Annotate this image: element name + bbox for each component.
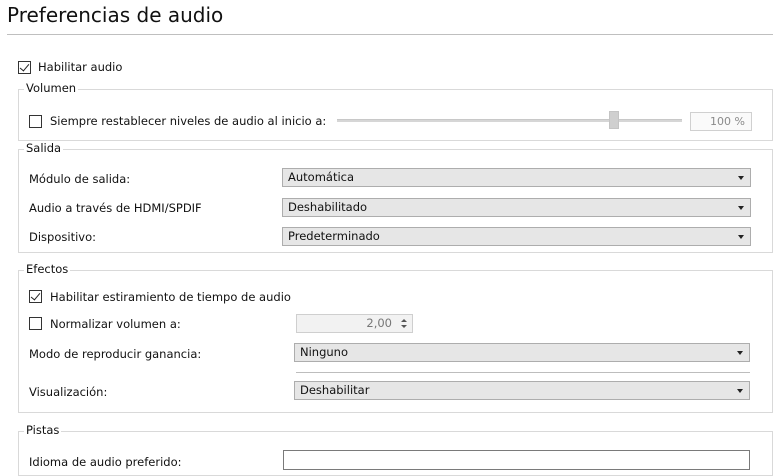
audio-language-label: Idioma de audio preferido: [29, 455, 182, 469]
visualization-value: Deshabilitar [300, 383, 370, 397]
output-module-dropdown[interactable]: Automática [282, 168, 751, 187]
title-divider [7, 34, 773, 35]
enable-audio-label: Habilitar audio [38, 60, 123, 74]
normalize-checkbox[interactable] [29, 317, 42, 330]
device-value: Predeterminado [288, 229, 380, 243]
spin-down-icon[interactable] [401, 325, 407, 328]
reset-levels-label: Siempre restablecer niveles de audio al … [50, 114, 327, 128]
output-module-value: Automática [288, 170, 355, 184]
hdmi-value: Deshabilitado [288, 200, 368, 214]
audio-language-input[interactable] [283, 450, 750, 470]
replay-gain-value: Ninguno [300, 345, 348, 359]
visualization-label: Visualización: [29, 385, 108, 399]
volume-slider-track[interactable] [337, 119, 682, 122]
enable-audio-checkbox[interactable] [18, 61, 31, 74]
page-title: Preferencias de audio [7, 3, 224, 27]
volume-slider-thumb[interactable] [609, 111, 619, 129]
device-dropdown[interactable]: Predeterminado [282, 227, 751, 246]
time-stretch-checkbox[interactable] [29, 290, 42, 303]
replay-gain-label: Modo de reproducir ganancia: [29, 347, 202, 361]
chevron-down-icon [737, 389, 743, 393]
volume-percent-field[interactable]: 100 % [690, 112, 752, 131]
chevron-down-icon [737, 351, 743, 355]
reset-levels-checkbox[interactable] [29, 115, 42, 128]
device-label: Dispositivo: [29, 230, 96, 244]
output-module-label: Módulo de salida: [29, 172, 131, 186]
spin-up-icon[interactable] [401, 319, 407, 322]
output-group-label: Salida [24, 141, 64, 155]
hdmi-dropdown[interactable]: Deshabilitado [282, 198, 751, 217]
chevron-down-icon [738, 235, 744, 239]
normalize-value: 2,00 [366, 316, 392, 330]
volume-group-label: Volumen [24, 81, 79, 95]
chevron-down-icon [738, 176, 744, 180]
normalize-label: Normalizar volumen a: [50, 317, 181, 331]
effects-group-label: Efectos [24, 262, 71, 276]
chevron-down-icon [738, 206, 744, 210]
visualization-dropdown[interactable]: Deshabilitar [294, 381, 750, 400]
time-stretch-label: Habilitar estiramiento de tiempo de audi… [50, 290, 291, 304]
effects-divider [296, 372, 750, 373]
tracks-group-label: Pistas [24, 423, 62, 437]
replay-gain-dropdown[interactable]: Ninguno [294, 343, 750, 362]
hdmi-label: Audio a través de HDMI/SPDIF [29, 201, 202, 215]
normalize-spinbox[interactable]: 2,00 [296, 314, 413, 333]
